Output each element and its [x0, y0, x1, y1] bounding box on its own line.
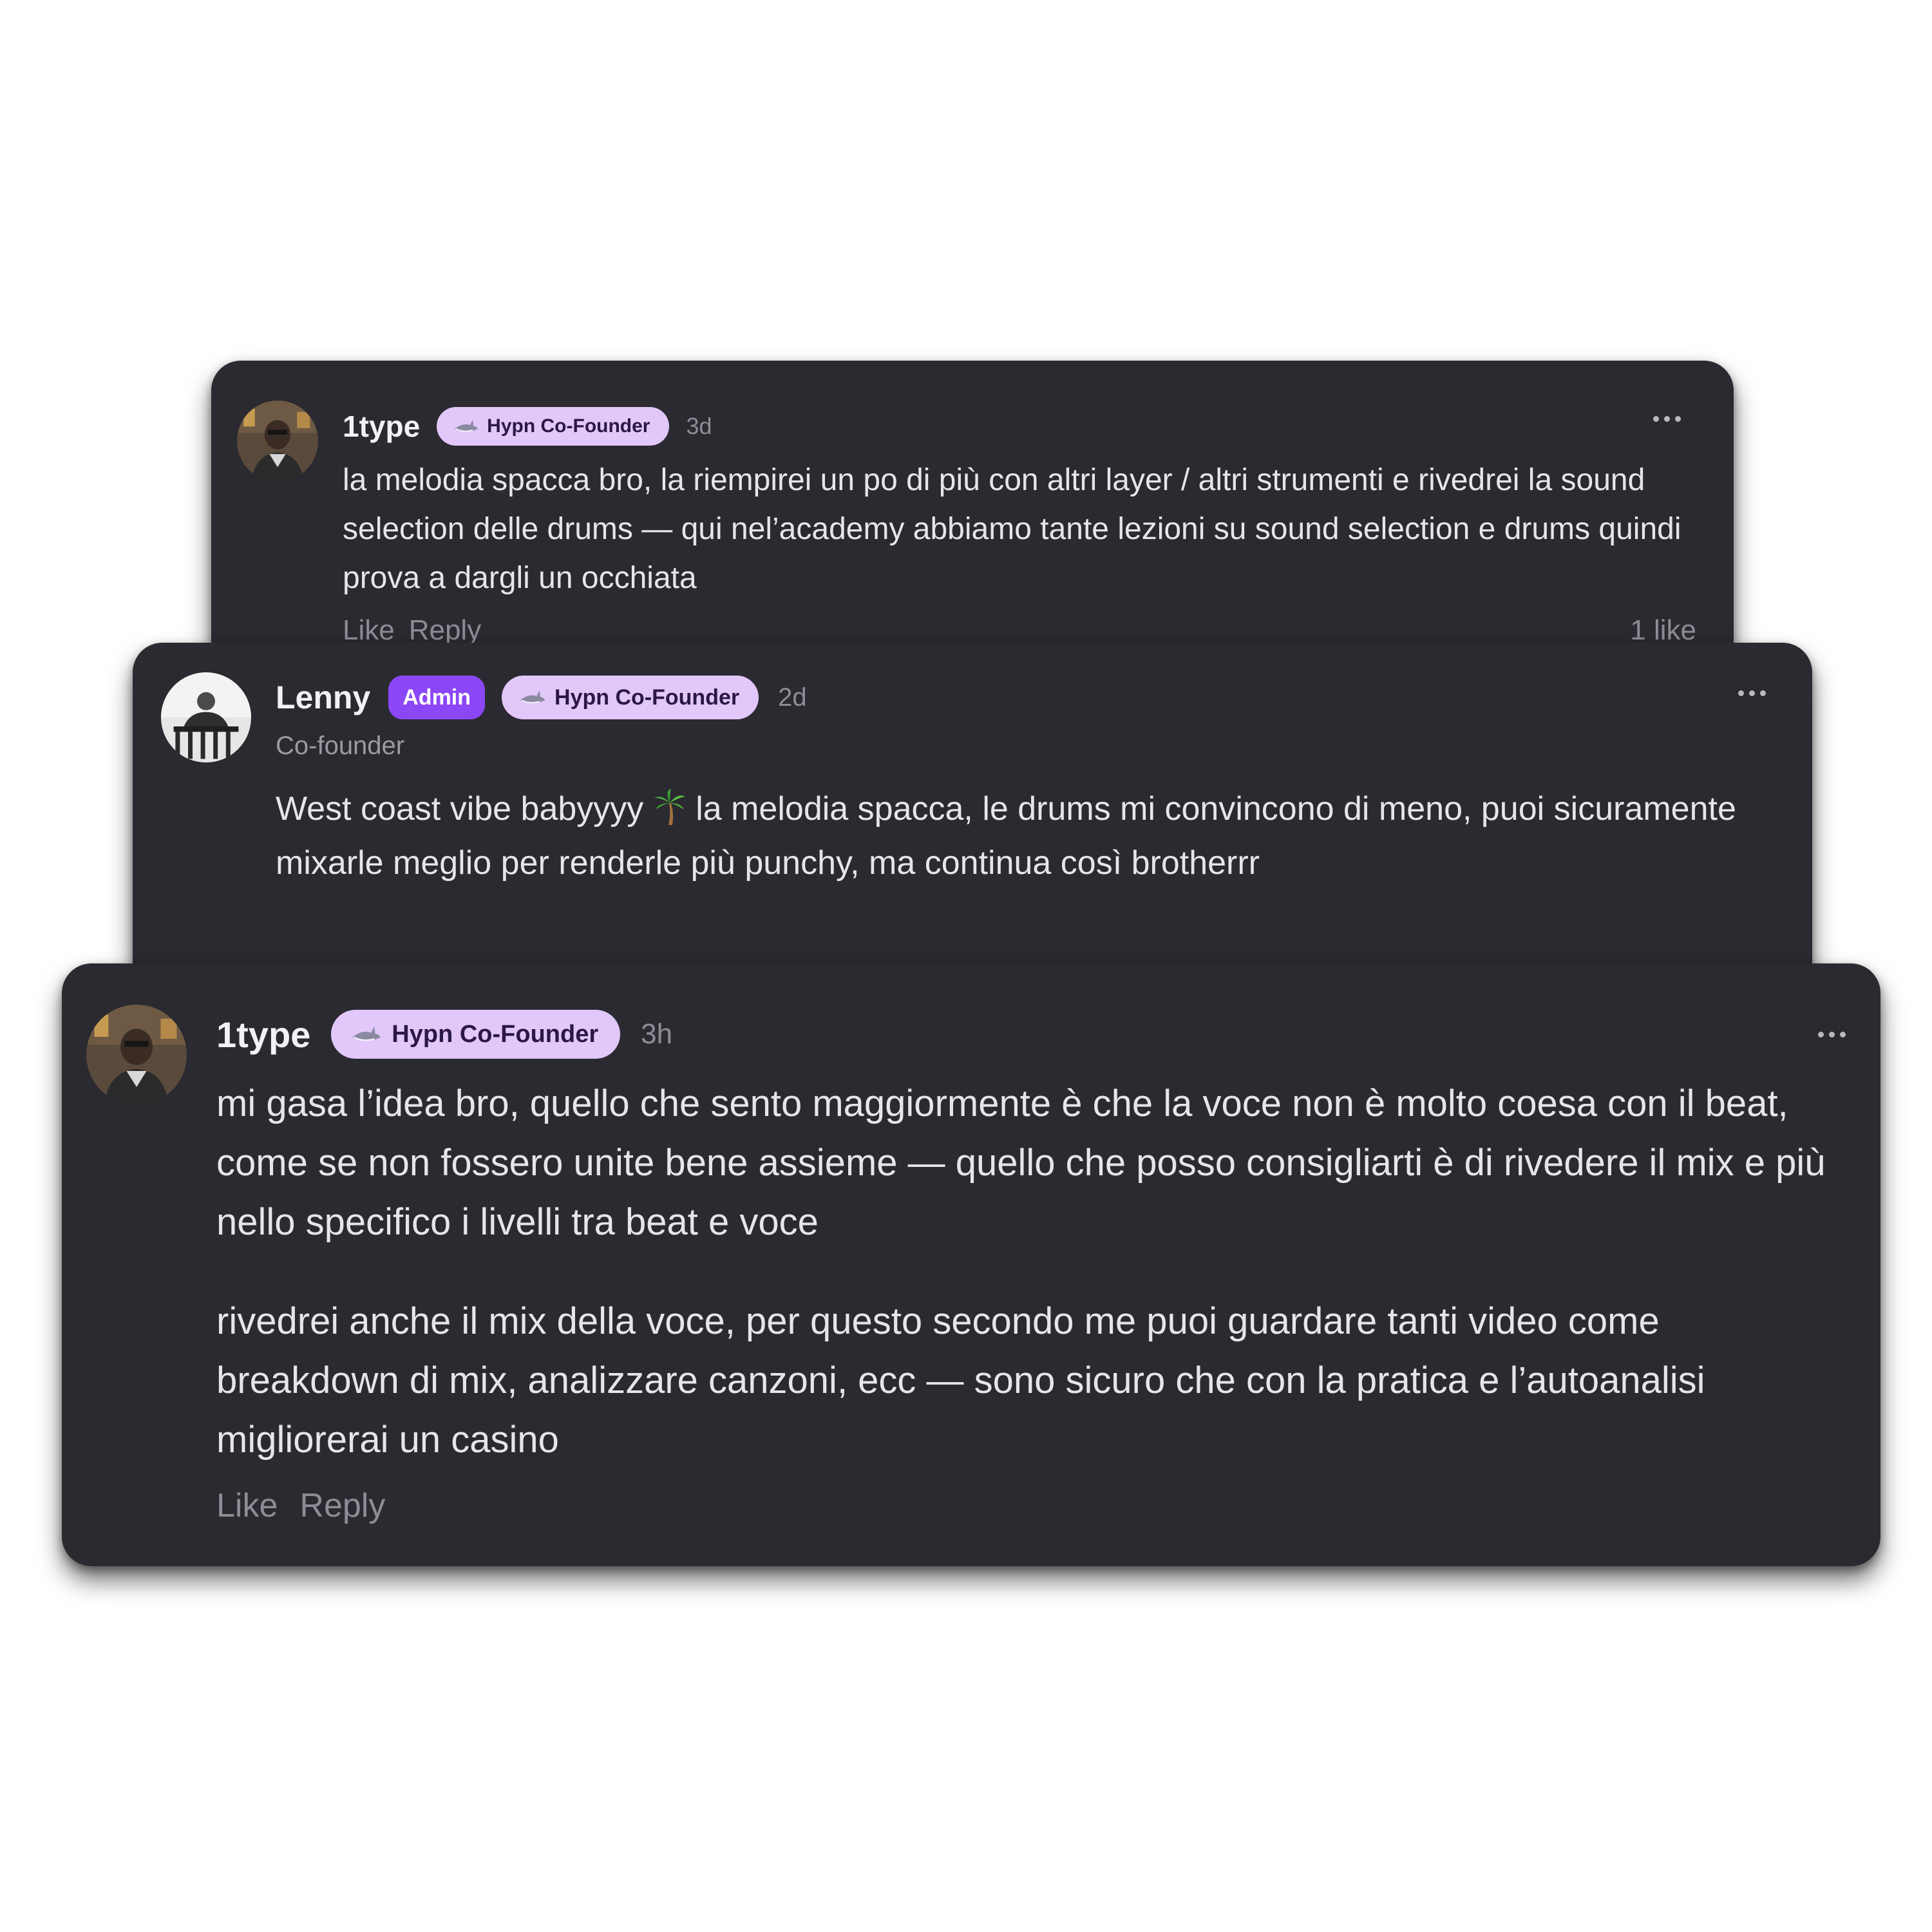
comment-paragraph: mi gasa l’idea bro, quello che sento mag…: [216, 1083, 1826, 1243]
shark-icon: [352, 1026, 381, 1041]
username[interactable]: 1type: [216, 1014, 310, 1056]
reply-button[interactable]: Reply: [299, 1486, 385, 1525]
comment-card: Lenny Admin Hypn Co-Founder 2d Co-founde…: [133, 643, 1812, 990]
palm-tree-icon: [654, 789, 685, 825]
comment-header: Lenny Admin Hypn Co-Founder 2d: [276, 668, 807, 726]
role-badge-label: Hypn Co-Founder: [487, 415, 650, 437]
more-options-icon[interactable]: [1818, 1032, 1846, 1037]
comment-header: 1type Hypn Co-Founder 3h: [216, 1002, 672, 1066]
comment-body: mi gasa l’idea bro, quello che sento mag…: [216, 1074, 1852, 1470]
reply-button[interactable]: Reply: [409, 614, 482, 647]
like-count[interactable]: 1 like: [1630, 614, 1696, 647]
username[interactable]: Lenny: [276, 679, 370, 716]
shark-icon: [455, 420, 478, 432]
shark-icon: [520, 690, 545, 704]
comment-header: 1type Hypn Co-Founder 3d: [343, 399, 712, 453]
comment-card: 1type Hypn Co-Founder 3d la melodia spac…: [211, 361, 1734, 670]
comment-body: la melodia spacca bro, la riempirei un p…: [343, 456, 1695, 603]
comment-body: West coast vibe babyyyy la melodia spacc…: [276, 782, 1757, 890]
timestamp: 3d: [686, 413, 712, 439]
role-badge: Hypn Co-Founder: [437, 407, 670, 446]
username[interactable]: 1type: [343, 409, 420, 444]
comment-paragraph: la melodia spacca bro, la riempirei un p…: [343, 463, 1681, 595]
more-options-icon[interactable]: [1738, 690, 1766, 696]
avatar[interactable]: [86, 1005, 187, 1105]
comment-paragraph: rivedrei anche il mix della voce, per qu…: [216, 1300, 1705, 1461]
avatar-photo: [237, 401, 318, 482]
more-options-icon[interactable]: [1653, 416, 1681, 422]
comment-text: West coast vibe babyyyy: [276, 790, 653, 828]
role-badge-label: Hypn Co-Founder: [554, 685, 740, 710]
admin-badge: Admin: [388, 676, 486, 719]
like-button[interactable]: Like: [343, 614, 395, 647]
avatar-photo: [161, 672, 251, 762]
avatar[interactable]: [161, 672, 251, 762]
timestamp: 3h: [641, 1018, 673, 1050]
comment-actions: Like Reply: [216, 1486, 385, 1525]
like-button[interactable]: Like: [216, 1486, 278, 1525]
comment-card: 1type Hypn Co-Founder 3h mi gasa l’idea …: [62, 963, 1880, 1566]
avatar[interactable]: [237, 401, 318, 482]
avatar-photo: [86, 1005, 187, 1105]
role-badge-label: Hypn Co-Founder: [392, 1020, 599, 1048]
comment-paragraph: West coast vibe babyyyy la melodia spacc…: [276, 782, 1757, 890]
role-badge: Hypn Co-Founder: [502, 676, 759, 719]
user-title: Co-founder: [276, 732, 405, 760]
role-badge: Hypn Co-Founder: [331, 1010, 621, 1059]
timestamp: 2d: [778, 683, 807, 712]
comment-actions: Like Reply: [343, 614, 481, 647]
